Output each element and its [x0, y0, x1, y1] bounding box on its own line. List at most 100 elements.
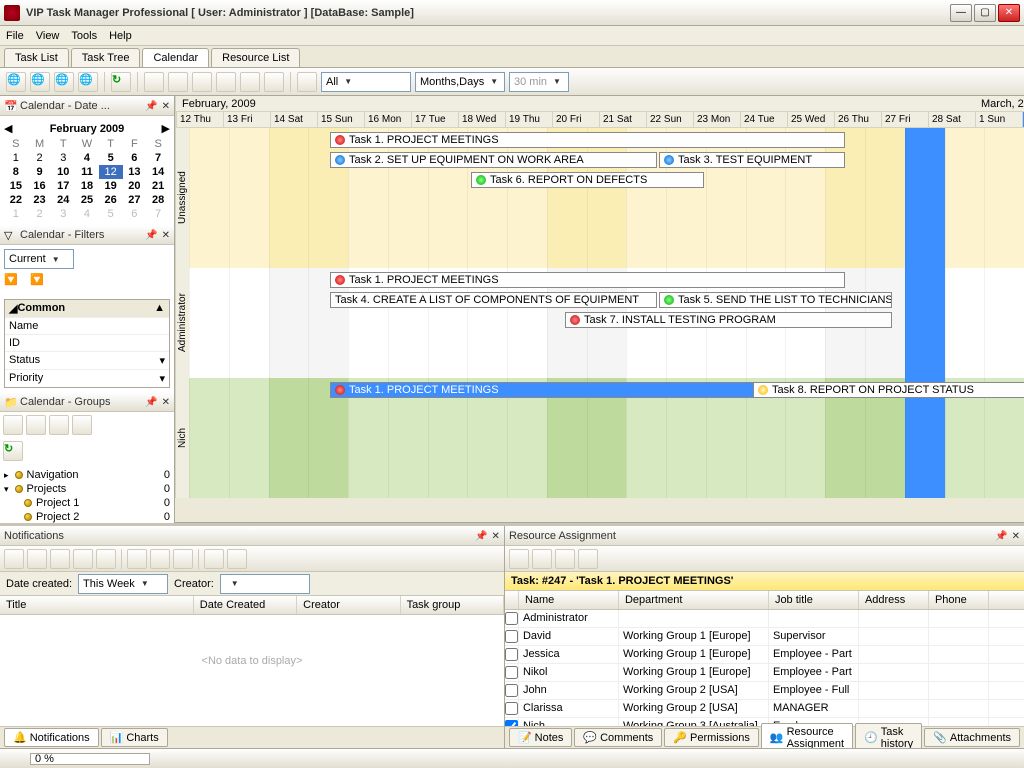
notif-btn[interactable] — [50, 549, 70, 569]
prev-month-button[interactable]: ◀ — [4, 122, 12, 135]
interval-select[interactable]: 30 min — [509, 72, 569, 92]
resource-row[interactable]: Administrator — [505, 610, 1024, 628]
minical-day[interactable]: 20 — [123, 179, 147, 193]
task-bar[interactable]: Task 7. INSTALL TESTING PROGRAM — [565, 312, 892, 328]
btab-attachments[interactable]: 📎Attachments — [924, 728, 1020, 747]
notif-btn[interactable] — [73, 549, 93, 569]
group-btn-4[interactable] — [72, 415, 92, 435]
calendar-icon[interactable] — [297, 72, 317, 92]
assign-checkbox[interactable] — [505, 630, 518, 643]
res-btn[interactable] — [532, 549, 552, 569]
menu-view[interactable]: View — [36, 30, 60, 42]
assign-checkbox[interactable] — [505, 684, 518, 697]
next-month-button[interactable]: ▶ — [162, 122, 170, 135]
filter-select[interactable]: All — [321, 72, 411, 92]
resource-row[interactable]: JohnWorking Group 2 [USA]Employee - Full — [505, 682, 1024, 700]
tree-node[interactable]: Projects0 — [4, 482, 170, 496]
btab-comments[interactable]: 💬Comments — [574, 728, 662, 747]
mini-calendar[interactable]: ◀ February 2009 ▶ SMTWTFS123456789101112… — [0, 116, 174, 225]
task-bar[interactable]: Task 5. SEND THE LIST TO TECHNICIANS — [659, 292, 892, 308]
minical-day[interactable]: 24 — [51, 193, 75, 207]
minical-day[interactable]: 5 — [99, 207, 123, 221]
tab-calendar[interactable]: Calendar — [142, 48, 209, 67]
view-btn-1[interactable] — [144, 72, 164, 92]
minical-day[interactable]: 3 — [51, 151, 75, 165]
maximize-button[interactable]: ▢ — [974, 4, 996, 22]
btab-notes[interactable]: 📝Notes — [509, 728, 572, 747]
minical-day[interactable]: 3 — [51, 207, 75, 221]
task-bar[interactable]: Task 4. CREATE A LIST OF COMPONENTS OF E… — [330, 292, 657, 308]
minical-day[interactable]: 18 — [75, 179, 99, 193]
resource-row[interactable]: DavidWorking Group 1 [Europe]Supervisor — [505, 628, 1024, 646]
view-btn-6[interactable] — [264, 72, 284, 92]
res-btn[interactable] — [578, 549, 598, 569]
close-icon[interactable]: ✕ — [162, 397, 170, 408]
minical-day[interactable]: 17 — [51, 179, 75, 193]
task-bar[interactable]: Task 2. SET UP EQUIPMENT ON WORK AREA — [330, 152, 657, 168]
minical-day[interactable]: 6 — [123, 151, 147, 165]
resource-row[interactable]: NikolWorking Group 1 [Europe]Employee - … — [505, 664, 1024, 682]
group-btn-3[interactable] — [49, 415, 69, 435]
close-icon[interactable]: ✕ — [162, 101, 170, 112]
view-btn-3[interactable] — [192, 72, 212, 92]
notif-btn[interactable] — [4, 549, 24, 569]
tab-task-list[interactable]: Task List — [4, 48, 69, 67]
minical-day[interactable]: 12 — [99, 165, 123, 179]
minical-day[interactable]: 7 — [146, 151, 170, 165]
minical-day[interactable]: 2 — [28, 151, 52, 165]
assign-checkbox[interactable] — [505, 666, 518, 679]
btab-notifications[interactable]: 🔔Notifications — [4, 728, 99, 747]
group-btn-1[interactable] — [3, 415, 23, 435]
minical-day[interactable]: 1 — [4, 151, 28, 165]
filter-icon[interactable] — [204, 549, 224, 569]
group-refresh-button[interactable] — [3, 441, 23, 461]
toolbar-btn-1[interactable] — [6, 72, 26, 92]
pin-icon[interactable]: 📌 — [995, 531, 1007, 542]
menu-tools[interactable]: Tools — [71, 30, 97, 42]
close-button[interactable]: ✕ — [998, 4, 1020, 22]
minical-day[interactable]: 11 — [75, 165, 99, 179]
filter-add-icon[interactable]: 🔽 — [4, 273, 26, 295]
view-btn-5[interactable] — [240, 72, 260, 92]
minical-day[interactable]: 22 — [4, 193, 28, 207]
close-icon[interactable]: ✕ — [162, 230, 170, 241]
minical-day[interactable]: 19 — [99, 179, 123, 193]
tab-task-tree[interactable]: Task Tree — [71, 48, 141, 67]
tab-resource-list[interactable]: Resource List — [211, 48, 300, 67]
task-bar[interactable]: Task 1. PROJECT MEETINGS — [330, 272, 845, 288]
toolbar-btn-2[interactable] — [30, 72, 50, 92]
refresh-button[interactable] — [111, 72, 131, 92]
minical-day[interactable]: 26 — [99, 193, 123, 207]
notif-btn[interactable] — [96, 549, 116, 569]
btab-permissions[interactable]: 🔑Permissions — [664, 728, 759, 747]
minical-day[interactable]: 16 — [28, 179, 52, 193]
resource-row[interactable]: JessicaWorking Group 1 [Europe]Employee … — [505, 646, 1024, 664]
filter-del-icon[interactable]: 🔽 — [30, 273, 52, 295]
pin-icon[interactable]: 📌 — [145, 230, 157, 241]
resource-row[interactable]: ClarissaWorking Group 2 [USA]MANAGER — [505, 700, 1024, 718]
pin-icon[interactable]: 📌 — [475, 531, 487, 542]
scale-select[interactable]: Months,Days — [415, 72, 505, 92]
close-icon[interactable]: ✕ — [1012, 531, 1020, 542]
minical-day[interactable]: 4 — [75, 151, 99, 165]
creator-select[interactable] — [220, 574, 310, 594]
tree-node[interactable]: Navigation0 — [4, 468, 170, 482]
pin-icon[interactable]: 📌 — [145, 101, 157, 112]
timeline[interactable]: February, 2009March, 2009 12 Thu13 Fri14… — [175, 96, 1024, 523]
minical-day[interactable]: 23 — [28, 193, 52, 207]
toolbar-btn-3[interactable] — [54, 72, 74, 92]
assign-checkbox[interactable] — [505, 612, 518, 625]
res-btn[interactable] — [555, 549, 575, 569]
menu-file[interactable]: File — [6, 30, 24, 42]
notif-btn[interactable] — [27, 549, 47, 569]
minical-day[interactable]: 7 — [146, 207, 170, 221]
minical-day[interactable]: 2 — [28, 207, 52, 221]
assign-checkbox[interactable] — [505, 702, 518, 715]
minical-day[interactable]: 5 — [99, 151, 123, 165]
minical-day[interactable]: 15 — [4, 179, 28, 193]
task-bar[interactable]: Task 6. REPORT ON DEFECTS — [471, 172, 704, 188]
minical-day[interactable]: 10 — [51, 165, 75, 179]
minical-day[interactable]: 1 — [4, 207, 28, 221]
dropdown-icon[interactable]: ▾ — [159, 354, 165, 367]
filter-current-select[interactable]: Current — [4, 249, 74, 269]
